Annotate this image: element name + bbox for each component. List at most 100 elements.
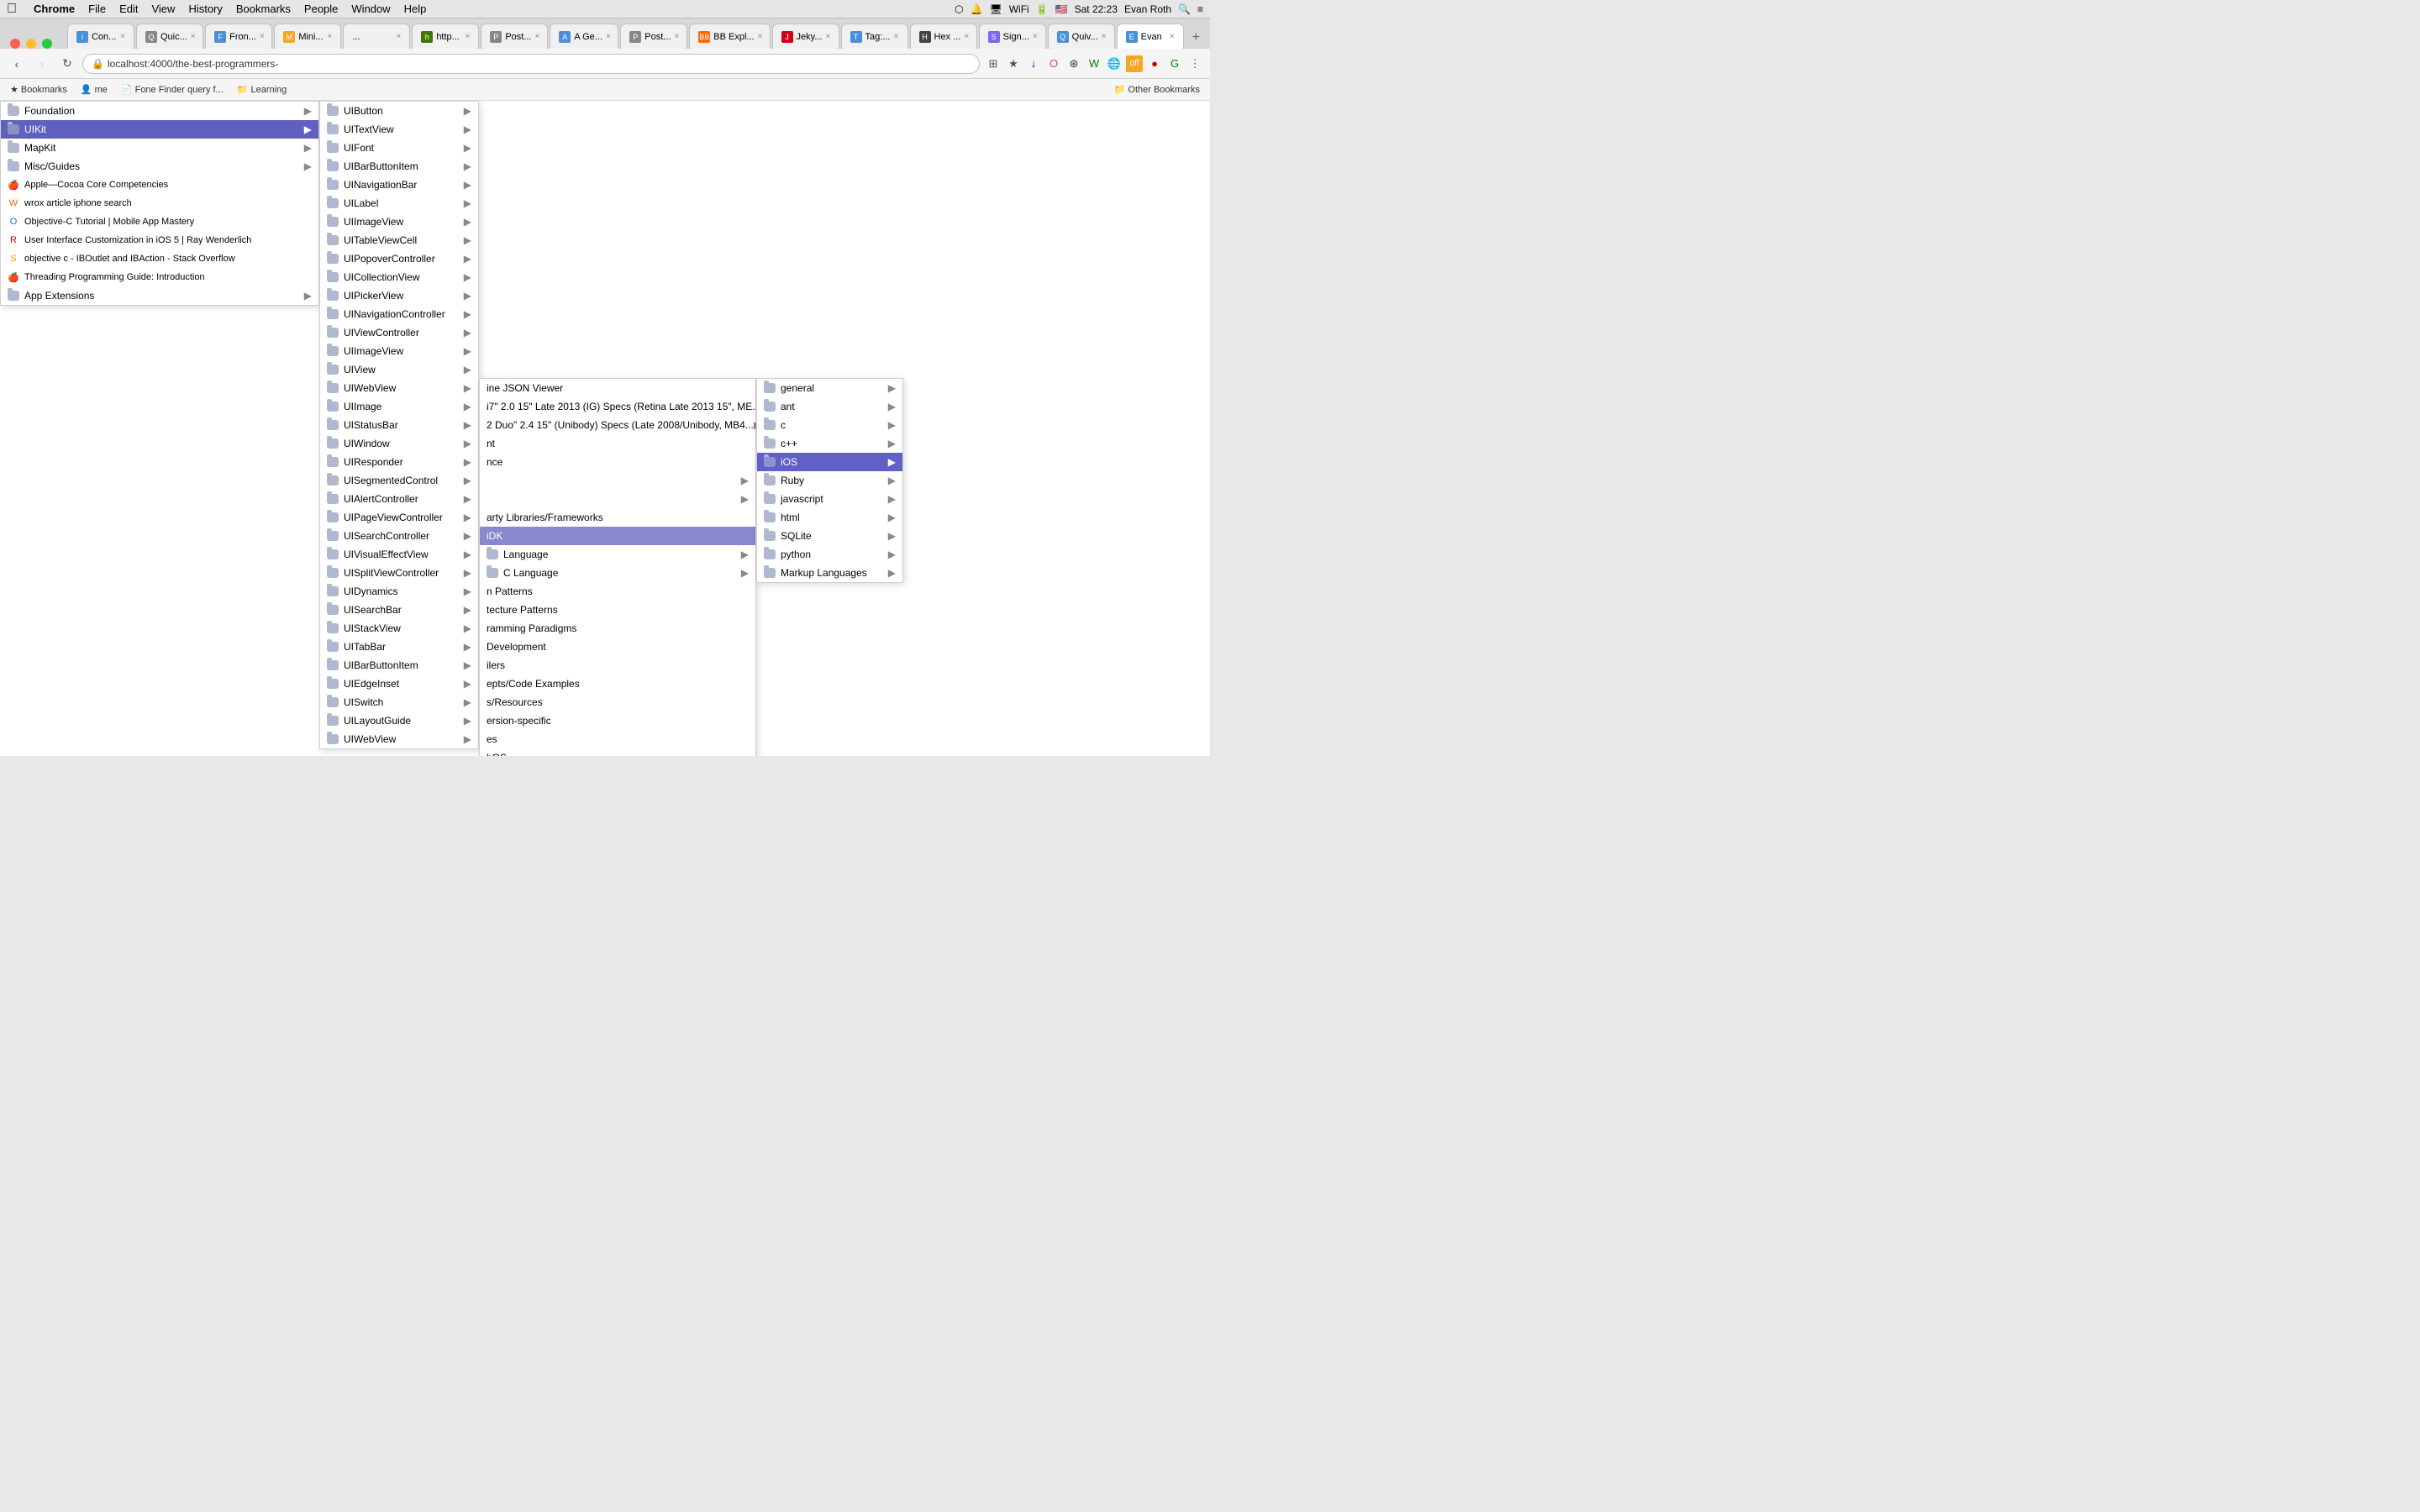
menu-item-ant[interactable]: ant ▶ (757, 397, 902, 416)
menu-item-ruby[interactable]: Ruby ▶ (757, 471, 902, 490)
people-menu[interactable]: People (297, 1, 345, 17)
menu-item-uisplit[interactable]: UISplitViewController ▶ (320, 564, 478, 582)
menu-item-es[interactable]: es (480, 730, 755, 748)
menu-item-misc[interactable]: Misc/Guides ▶ (1, 157, 318, 176)
tab-http[interactable]: h http... × (412, 24, 479, 49)
menu-item-iboutlet[interactable]: S objective c - IBOutlet and IBAction - … (1, 249, 318, 268)
menu-item-prog[interactable]: ramming Paradigms (480, 619, 755, 638)
minimize-button[interactable] (26, 39, 36, 49)
menu-item-uipopover[interactable]: UIPopoverController ▶ (320, 249, 478, 268)
tab-sign[interactable]: S Sign... × (979, 24, 1046, 49)
menu-item-uiimageview1[interactable]: UIImageView ▶ (320, 213, 478, 231)
extension6-icon[interactable]: off (1126, 55, 1143, 72)
menu-item-uilayoutguide[interactable]: UILayoutGuide ▶ (320, 711, 478, 730)
menu-item-cpp[interactable]: c++ ▶ (757, 434, 902, 453)
tab-close[interactable]: × (891, 32, 899, 41)
menu-item-language[interactable]: Language ▶ (480, 545, 755, 564)
menu-item-javascript[interactable]: javascript ▶ (757, 490, 902, 508)
tab-close[interactable]: × (117, 32, 125, 41)
tab-hex[interactable]: H Hex ... × (910, 24, 977, 49)
close-button[interactable] (10, 39, 20, 49)
menu-item-uidynamics[interactable]: UIDynamics ▶ (320, 582, 478, 601)
menu-item-uivisual[interactable]: UIVisualEffectView ▶ (320, 545, 478, 564)
tab-close[interactable]: × (324, 32, 332, 41)
tab-quic[interactable]: Q Quic... × (136, 24, 203, 49)
tab-mini[interactable]: M Mini... × (274, 24, 341, 49)
tab-evan[interactable]: E Evan × (1117, 24, 1184, 49)
bookmark-bookmarks[interactable]: ★ Bookmarks (7, 82, 71, 97)
tab-tag[interactable]: T Tag:... × (841, 24, 908, 49)
menu-item-uisearchbar[interactable]: UISearchBar ▶ (320, 601, 478, 619)
apple-menu[interactable]:  (7, 2, 17, 17)
tab-close[interactable]: × (960, 32, 969, 41)
menu-item-uiresponder[interactable]: UIResponder ▶ (320, 453, 478, 471)
menu-item-empty1[interactable]: ▶ (480, 471, 755, 490)
menu-item-resources[interactable]: s/Resources (480, 693, 755, 711)
menu-item-appext[interactable]: App Extensions ▶ (1, 286, 318, 305)
extension8-icon[interactable]: G (1166, 55, 1183, 72)
menu-item-sqlite[interactable]: SQLite ▶ (757, 527, 902, 545)
tab-close[interactable]: × (461, 32, 470, 41)
menu-item-dev[interactable]: Development (480, 638, 755, 656)
menu-item-specs2[interactable]: 2 Duo" 2.4 15" (Unibody) Specs (Late 200… (480, 416, 755, 434)
new-tab-button[interactable]: + (1192, 30, 1200, 45)
hamburger-icon[interactable]: ≡ (1197, 3, 1203, 15)
menu-item-uinavbar[interactable]: UINavigationBar ▶ (320, 176, 478, 194)
menu-item-3rdparty[interactable]: arty Libraries/Frameworks (480, 508, 755, 527)
menu-item-mapkit[interactable]: MapKit ▶ (1, 139, 318, 157)
tab-close[interactable]: × (755, 32, 763, 41)
menu-item-uistatusbar[interactable]: UIStatusBar ▶ (320, 416, 478, 434)
menu-item-clanguage[interactable]: C Language ▶ (480, 564, 755, 582)
menu-item-arch[interactable]: tecture Patterns (480, 601, 755, 619)
tab-fron[interactable]: F Fron... × (205, 24, 272, 49)
tab-close[interactable]: × (1029, 32, 1038, 41)
tab-close[interactable]: × (392, 32, 401, 41)
menu-item-ui-custom[interactable]: R User Interface Customization in iOS 5 … (1, 231, 318, 249)
menu-item-python[interactable]: python ▶ (757, 545, 902, 564)
edit-menu[interactable]: Edit (113, 1, 145, 17)
menu-item-uibarbuttonitem1[interactable]: UIBarButtonItem ▶ (320, 157, 478, 176)
menu-item-uicollection[interactable]: UICollectionView ▶ (320, 268, 478, 286)
cast-icon[interactable]: ⊞ (985, 55, 1002, 72)
tab-quiv[interactable]: Q Quiv... × (1048, 24, 1115, 49)
search-icon[interactable]: 🔍 (1178, 3, 1191, 15)
tab-close[interactable]: × (823, 32, 831, 41)
history-menu[interactable]: History (182, 1, 229, 17)
menu-item-hos[interactable]: hOS (480, 748, 755, 756)
menu-item-foundation[interactable]: Foundation ▶ (1, 102, 318, 120)
menu-item-uiwebview1[interactable]: UIWebView ▶ (320, 379, 478, 397)
address-bar[interactable]: 🔒 localhost:4000/the-best-programmers- (82, 54, 980, 74)
bookmark-star-icon[interactable]: ★ (1005, 55, 1022, 72)
menu-item-uiimage[interactable]: UIImage ▶ (320, 397, 478, 416)
menu-item-c[interactable]: c ▶ (757, 416, 902, 434)
extension2-icon[interactable]: O (1045, 55, 1062, 72)
menu-item-objc[interactable]: O Objective-C Tutorial | Mobile App Mast… (1, 213, 318, 231)
menu-item-uiimageview2[interactable]: UIImageView ▶ (320, 342, 478, 360)
menu-item-general[interactable]: general ▶ (757, 379, 902, 397)
window-menu[interactable]: Window (345, 1, 397, 17)
menu-item-wrox[interactable]: W wrox article iphone search (1, 194, 318, 213)
menu-item-version[interactable]: ersion-specific (480, 711, 755, 730)
tab-close[interactable]: × (671, 32, 679, 41)
menu-item-code-examples[interactable]: epts/Code Examples (480, 675, 755, 693)
menu-item-nt[interactable]: nt (480, 434, 755, 453)
menu-item-nce[interactable]: nce (480, 453, 755, 471)
tab-close[interactable]: × (532, 32, 540, 41)
menu-item-uibutton[interactable]: UIButton ▶ (320, 102, 478, 120)
extension4-icon[interactable]: W (1086, 55, 1102, 72)
bookmarks-menu[interactable]: Bookmarks (229, 1, 297, 17)
tab-close[interactable]: × (1098, 32, 1107, 41)
menu-item-markup[interactable]: Markup Languages ▶ (757, 564, 902, 582)
tab-close[interactable]: × (602, 32, 611, 41)
menu-item-uikit[interactable]: UIKit ▶ (1, 120, 318, 139)
menu-item-uisegmented[interactable]: UISegmentedControl ▶ (320, 471, 478, 490)
help-menu[interactable]: Help (397, 1, 434, 17)
menu-item-uiwindow[interactable]: UIWindow ▶ (320, 434, 478, 453)
menu-item-uiview[interactable]: UIView ▶ (320, 360, 478, 379)
menu-item-uiedgeinset[interactable]: UIEdgeInset ▶ (320, 675, 478, 693)
menu-item-uistack[interactable]: UIStackView ▶ (320, 619, 478, 638)
menu-item-apple[interactable]: 🍎 Apple—Cocoa Core Competencies (1, 176, 318, 194)
tab-post1[interactable]: P Post... × (481, 24, 548, 49)
menu-item-uilabel[interactable]: UILabel ▶ (320, 194, 478, 213)
tab-close[interactable]: × (187, 32, 196, 41)
